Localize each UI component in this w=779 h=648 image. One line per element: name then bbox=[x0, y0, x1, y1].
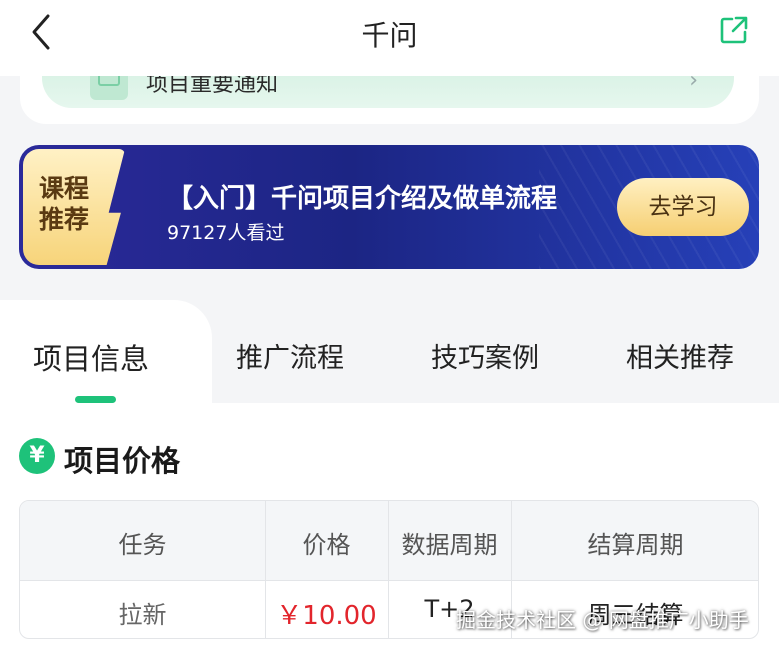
header-task: 任务 bbox=[118, 531, 167, 559]
page-title: 千问 bbox=[361, 19, 418, 52]
active-tab-indicator bbox=[75, 396, 116, 403]
course-banner[interactable]: 课程 推荐 【入门】千问项目介绍及做单流程 97127人看过 去学习 bbox=[19, 145, 759, 269]
header-settlement-cycle: 结算周期 bbox=[587, 531, 684, 559]
badge-label-line2: 推荐 bbox=[39, 205, 90, 234]
course-title: 【入门】千问项目介绍及做单流程 bbox=[167, 184, 558, 214]
header-data-cycle: 数据周期 bbox=[401, 531, 498, 559]
section-title: 项目价格 bbox=[64, 444, 181, 478]
share-icon[interactable] bbox=[719, 15, 749, 45]
yuan-icon: ¥ bbox=[19, 438, 55, 474]
header-price: 价格 bbox=[302, 531, 351, 559]
tab-tips-cases[interactable]: 技巧案例 bbox=[431, 336, 539, 375]
badge-label: 课程 推荐 bbox=[39, 173, 89, 235]
tab-project-info[interactable]: 项目信息 bbox=[33, 336, 149, 378]
app-page: 千问 项目重要通知 › 课程 推荐 【入门】千问项目介绍及做单流程 97127人… bbox=[0, 0, 779, 648]
course-view-count: 97127人看过 bbox=[167, 222, 285, 244]
cell-task: 拉新 bbox=[118, 601, 167, 629]
top-nav-bar: 千问 bbox=[0, 0, 779, 76]
tab-promotion-process[interactable]: 推广流程 bbox=[236, 336, 344, 375]
cell-price: ￥10.00 bbox=[276, 601, 377, 631]
tab-related-recommend[interactable]: 相关推荐 bbox=[626, 336, 734, 375]
badge-label-line1: 课程 bbox=[39, 174, 90, 203]
go-learn-button[interactable]: 去学习 bbox=[617, 178, 749, 236]
watermark: 掘金技术社区 @ 网盘推广小助手 bbox=[456, 608, 749, 632]
